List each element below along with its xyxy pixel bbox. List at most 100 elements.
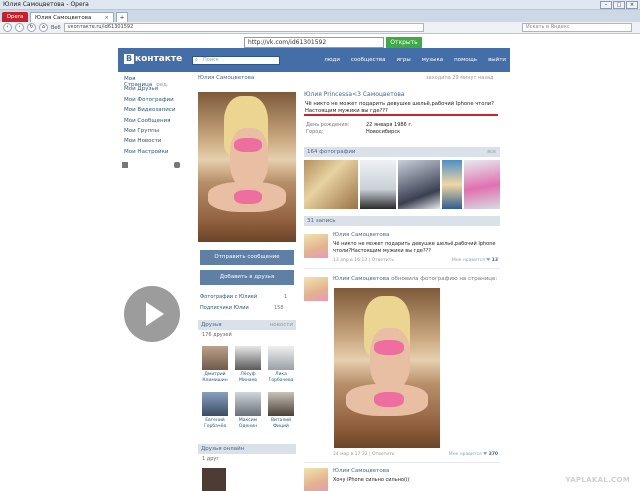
nav-help[interactable]: помощь: [454, 57, 477, 63]
close-ad-icon[interactable]: [122, 162, 128, 168]
friends-online-header[interactable]: Друзья онлайн: [198, 444, 296, 454]
photo-figure-top: [374, 340, 404, 355]
friend-item[interactable]: Максим Оденин: [235, 392, 261, 430]
photos-with-label: Фотографии с Юлией: [200, 294, 258, 300]
opera-menu-button[interactable]: Opera: [2, 12, 28, 22]
city-value[interactable]: Новосибирск: [366, 129, 400, 135]
menu-groups[interactable]: Мои Группы: [124, 128, 180, 138]
subscribers-link[interactable]: Подписчики Юлии 158: [200, 305, 284, 311]
photo-thumb[interactable]: [398, 160, 440, 209]
post-date[interactable]: 24 мар в 17:32: [333, 452, 368, 457]
profile-avatar[interactable]: [198, 92, 296, 242]
like-label: Мне нравится: [451, 258, 485, 263]
close-icon[interactable]: ×: [626, 1, 638, 9]
post-author[interactable]: Юлия Самоцветова: [333, 468, 389, 474]
hide-popup-link[interactable]: Спрятать: [606, 38, 636, 45]
friends-news-link[interactable]: новости: [270, 320, 293, 330]
post-avatar[interactable]: [304, 277, 328, 301]
reload-icon[interactable]: ↻: [27, 23, 36, 32]
friend-item[interactable]: Лёсуф Минаев: [235, 346, 261, 384]
left-menu: Моя Страница ред. Мои Друзья Мои Фотограф…: [124, 76, 180, 159]
photo-thumb[interactable]: [442, 160, 462, 209]
post-text: Хочу iPhone сильно сильно(((: [333, 477, 410, 483]
plus-icon: +: [119, 14, 125, 21]
tab-label: Юлия Самоцветова: [35, 14, 92, 21]
post-author[interactable]: Юлия Самоцветова: [333, 232, 389, 238]
nav-music[interactable]: музыка: [422, 57, 443, 63]
open-url-button[interactable]: Открыть: [386, 37, 422, 48]
back-icon[interactable]: ‹: [3, 23, 12, 32]
avatar-figure-body: [230, 128, 268, 188]
photos-count: 164 фотографии: [307, 149, 356, 155]
birthday-value[interactable]: 22 января 1986 г.: [366, 122, 413, 128]
friend-item[interactable]: Виталий Фиций: [268, 392, 294, 430]
forward-icon[interactable]: ›: [15, 23, 24, 32]
post-reply-link[interactable]: Ответить: [372, 258, 394, 263]
nav-logout[interactable]: выйти: [488, 57, 506, 63]
left-menu-icons: [120, 162, 184, 170]
profile-status[interactable]: Чё никто не может подарить девушке шельё…: [305, 101, 503, 114]
avatar-figure-bottom: [234, 190, 262, 204]
minimize-icon[interactable]: –: [600, 1, 612, 9]
chat-icon[interactable]: [174, 162, 180, 168]
tab-profile[interactable]: Юлия Самоцветова ×: [30, 12, 114, 22]
photos-header[interactable]: 164 фотографии все: [304, 147, 500, 157]
menu-photos[interactable]: Мои Фотографии: [124, 97, 180, 107]
edit-link[interactable]: ред.: [156, 82, 168, 88]
page-viewport: Вконтакте ⌕ Поиск люди сообщества игры му…: [0, 34, 640, 491]
photo-thumb[interactable]: [464, 160, 500, 209]
vk-logo[interactable]: Вконтакте: [124, 54, 182, 64]
menu-settings[interactable]: Мои Настройки: [124, 149, 180, 159]
tab-close-icon[interactable]: ×: [104, 15, 109, 21]
photos-all-link[interactable]: все: [487, 147, 496, 157]
online-friend-avatar[interactable]: [202, 468, 226, 491]
address-field[interactable]: vкоnтакте.ru/id61301592: [63, 23, 424, 32]
status-underline: [304, 114, 498, 116]
nav-games[interactable]: игры: [396, 57, 410, 63]
post-like[interactable]: Мне нравится ♥ 13: [452, 258, 498, 263]
send-message-button[interactable]: Отправить сообщение: [200, 250, 294, 265]
photos-with-link[interactable]: Фотографии с Юлией 1: [200, 294, 287, 300]
post-like[interactable]: Мне нравится ♥ 370: [449, 452, 498, 457]
nav-communities[interactable]: сообщества: [351, 57, 386, 63]
vk-search-input[interactable]: ⌕ Поиск: [192, 56, 280, 65]
home-icon[interactable]: ⌂: [39, 23, 48, 32]
post-meta: 13 апр в 16:13 | Ответить: [333, 258, 394, 263]
new-tab-button[interactable]: +: [116, 12, 128, 22]
menu-friends[interactable]: Мои Друзья: [124, 86, 180, 96]
browser-search-field[interactable]: Искать в Яндекс: [522, 23, 632, 32]
photo-thumb[interactable]: [360, 160, 396, 209]
friend-surname: Климишин: [202, 378, 228, 383]
play-icon[interactable]: [124, 286, 180, 342]
window-title: Юлия Самоцветова - Opera: [3, 1, 89, 8]
photo-thumb[interactable]: [304, 160, 358, 209]
maximize-icon[interactable]: □: [613, 1, 625, 9]
friend-item[interactable]: Лика Горбачева: [268, 346, 294, 384]
post-avatar[interactable]: [304, 468, 328, 491]
post-date[interactable]: 13 апр в 16:13: [333, 258, 367, 263]
wall-header[interactable]: 31 запись: [304, 216, 500, 226]
post-photo[interactable]: [334, 288, 440, 448]
menu-videos[interactable]: Мои Видеозаписи: [124, 107, 180, 117]
post-divider: [304, 268, 500, 269]
menu-messages[interactable]: Мои Сообщения: [124, 118, 180, 128]
heart-icon: ♥: [483, 452, 488, 457]
friends-header[interactable]: Друзья новости: [198, 320, 296, 330]
friend-item[interactable]: Дмитрий Климишин: [202, 346, 228, 384]
page-title: Юлия Самоцветова: [198, 75, 255, 81]
vk-top-nav: люди сообщества игры музыка помощь выйти: [324, 57, 506, 63]
post-avatar[interactable]: [304, 234, 328, 258]
menu-my-page[interactable]: Моя Страница ред.: [124, 76, 180, 88]
friend-avatar: [268, 346, 294, 370]
post-reply-link[interactable]: Ответить: [372, 452, 394, 457]
photo-figure-bottom: [374, 392, 404, 407]
nav-people[interactable]: люди: [324, 57, 340, 63]
friend-surname: Минаев: [239, 378, 257, 383]
last-seen: заходила 29 минут назад: [426, 75, 494, 81]
url-popup-field[interactable]: http://vk.com/id61301592: [244, 37, 384, 48]
friend-item[interactable]: Евгений Горбачёв: [202, 392, 228, 430]
add-friend-button[interactable]: Добавить в друзья: [200, 270, 294, 285]
address-prefix: Веб: [51, 24, 61, 31]
post-author[interactable]: Юлия Самоцветова: [333, 276, 389, 282]
menu-news[interactable]: Мои Новости: [124, 138, 180, 148]
